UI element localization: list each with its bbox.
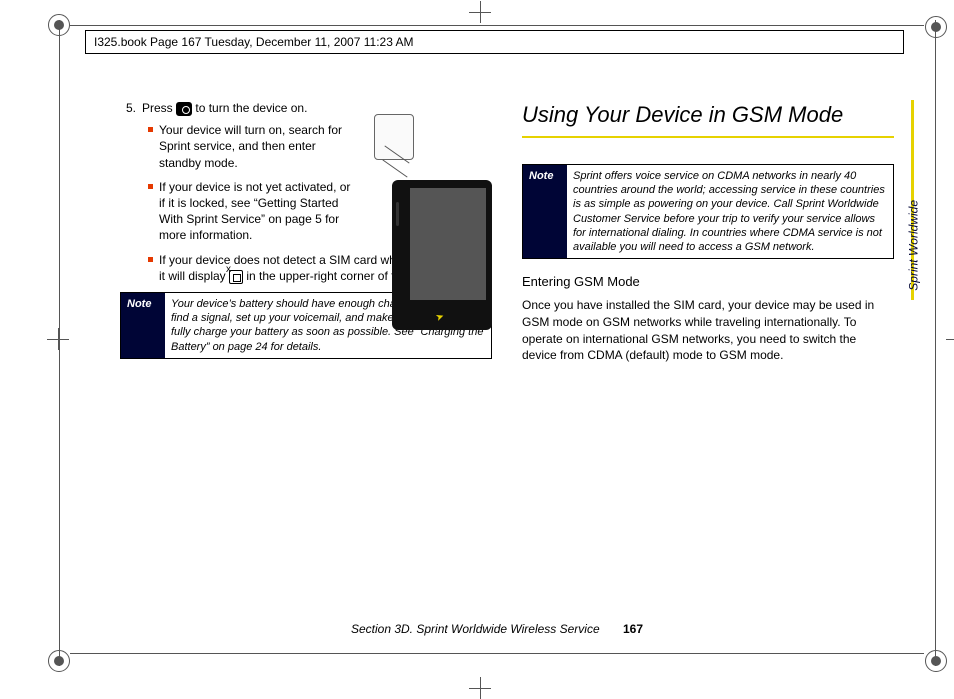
bullet-text: If your device is not yet activated, or … <box>159 179 352 244</box>
frame-line <box>70 653 924 654</box>
side-tab: Sprint Worldwide <box>894 100 914 300</box>
crop-mark-icon <box>925 650 947 672</box>
note-body: Sprint offers voice service on CDMA netw… <box>567 165 893 259</box>
step-number: 5. <box>120 100 136 116</box>
section-heading: Using Your Device in GSM Mode <box>522 100 894 130</box>
note-label: Note <box>121 293 165 358</box>
bullet-marker-icon <box>148 184 153 189</box>
page-footer: Section 3D. Sprint Worldwide Wireless Se… <box>120 622 874 636</box>
callout-arrow-icon <box>382 150 416 184</box>
right-column: Using Your Device in GSM Mode Note Sprin… <box>522 100 894 582</box>
left-column: 5. Press to turn the device on. Your dev… <box>120 100 492 582</box>
step-text-a: Press <box>142 101 176 115</box>
footer-page-number: 167 <box>623 622 643 636</box>
crop-mark-icon <box>925 16 947 38</box>
footer-section: Section 3D. Sprint Worldwide Wireless Se… <box>351 622 600 636</box>
page-body: 5. Press to turn the device on. Your dev… <box>120 100 894 622</box>
bullet-marker-icon <box>148 127 153 132</box>
sub-heading: Entering GSM Mode <box>522 273 894 291</box>
side-tab-label: Sprint Worldwide <box>907 200 921 291</box>
no-sim-icon <box>229 270 243 284</box>
note-label: Note <box>523 165 567 259</box>
frame-line <box>70 25 924 26</box>
note-box: Note Sprint offers voice service on CDMA… <box>522 164 894 260</box>
device-illustration <box>370 100 500 350</box>
section-rule <box>522 136 894 138</box>
sprint-logo-icon <box>436 308 448 320</box>
bullet-marker-icon <box>148 257 153 262</box>
device-body-icon <box>392 180 492 330</box>
running-header: I325.book Page 167 Tuesday, December 11,… <box>85 30 904 54</box>
power-button-icon <box>176 102 192 116</box>
paragraph: Once you have installed the SIM card, yo… <box>522 297 894 364</box>
bullet-text: Your device will turn on, search for Spr… <box>159 122 352 171</box>
step-text-b: to turn the device on. <box>195 101 307 115</box>
frame-line <box>59 20 60 666</box>
frame-line <box>935 20 936 666</box>
